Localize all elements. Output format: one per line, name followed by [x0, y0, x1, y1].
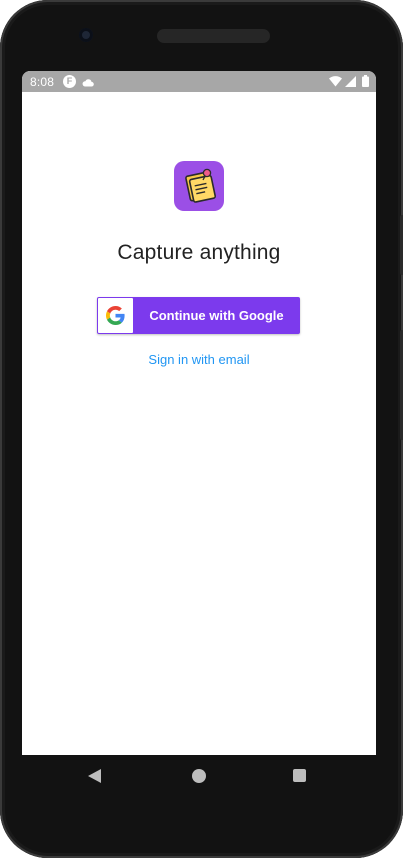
recents-icon[interactable]	[293, 769, 306, 782]
continue-with-google-button[interactable]: Continue with Google	[97, 297, 300, 334]
sticky-note-icon	[174, 168, 224, 215]
page-title: Capture anything	[117, 241, 281, 264]
status-bar: 8:08 F	[22, 71, 376, 92]
screen: 8:08 F Capture anything Continue with Go…	[22, 71, 376, 755]
signal-icon	[345, 76, 356, 90]
phone-frame: 8:08 F Capture anything Continue with Go…	[0, 0, 403, 858]
wifi-icon	[329, 76, 342, 90]
notification-icon: F	[63, 75, 76, 88]
google-logo-box	[98, 298, 133, 333]
earpiece-speaker	[157, 29, 270, 43]
cloud-icon	[82, 76, 94, 90]
front-camera	[79, 28, 93, 42]
sign-in-with-email-link[interactable]: Sign in with email	[22, 352, 376, 367]
app-logo	[174, 161, 224, 211]
home-icon[interactable]	[192, 769, 206, 783]
battery-icon	[362, 75, 369, 90]
navigation-bar	[22, 755, 376, 799]
status-time: 8:08	[30, 75, 55, 89]
google-button-label: Continue with Google	[149, 308, 284, 323]
back-icon[interactable]	[88, 769, 101, 788]
